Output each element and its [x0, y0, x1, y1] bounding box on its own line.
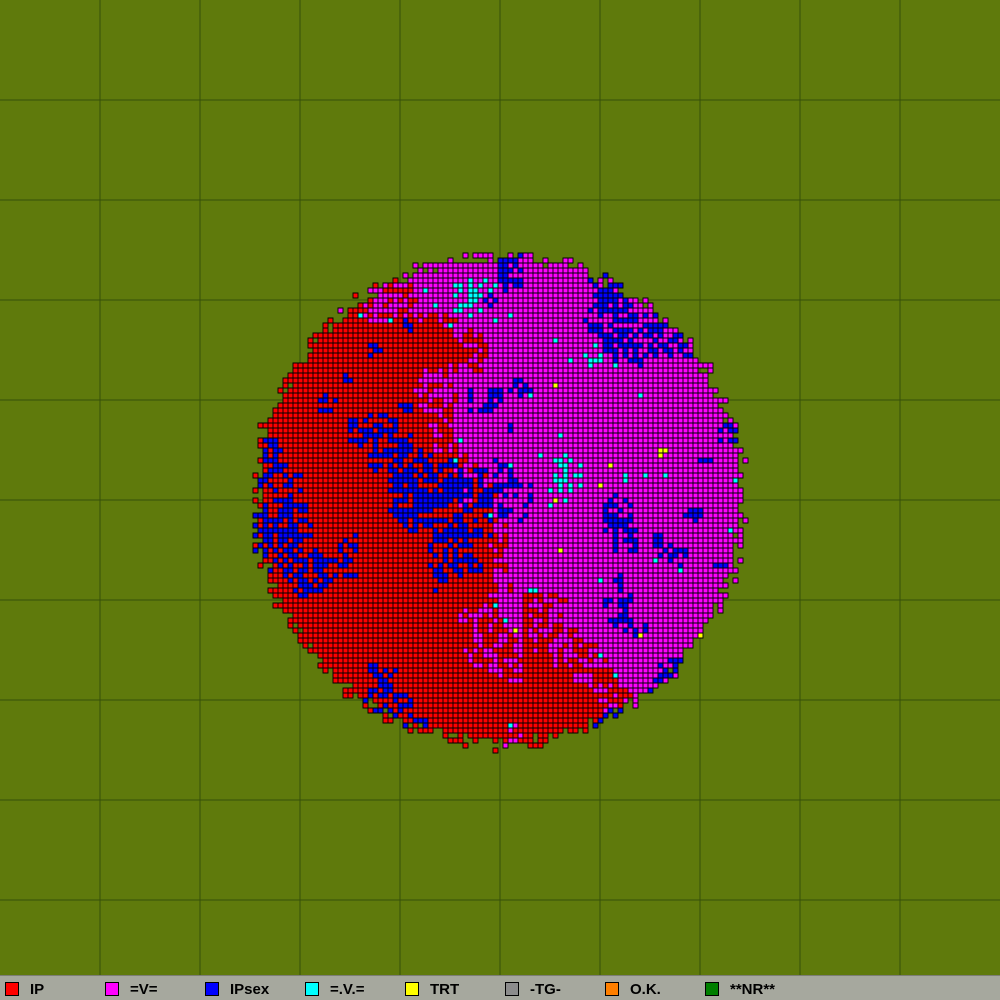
legend-swatch-ipsex — [205, 982, 219, 996]
legend-label-tg: -TG- — [530, 980, 561, 998]
legend-item-tg: -TG- — [500, 980, 561, 998]
map-view[interactable] — [0, 0, 1000, 975]
legend-item-ip: IP — [0, 980, 44, 998]
population-disk — [252, 252, 749, 754]
legend-label-ip: IP — [30, 980, 45, 998]
legend-swatch-ip — [5, 982, 19, 996]
legend-item-dot-v: =.V.= — [300, 980, 364, 998]
legend-label-nr: **NR** — [730, 980, 776, 998]
legend-swatch-ok — [605, 982, 619, 996]
legend-item-nr: **NR** — [700, 980, 775, 998]
legend-swatch-v — [105, 982, 119, 996]
legend-label-trt: TRT — [430, 980, 460, 998]
legend-label-v: =V= — [130, 980, 158, 998]
legend-item-ipsex: IPsex — [200, 980, 269, 998]
legend-item-v: =V= — [100, 980, 158, 998]
legend-swatch-nr — [705, 982, 719, 996]
legend-swatch-dot-v — [305, 982, 319, 996]
legend-label-dot-v: =.V.= — [330, 980, 365, 998]
legend-item-ok: O.K. — [600, 980, 661, 998]
legend-swatch-tg — [505, 982, 519, 996]
legend-item-trt: TRT — [400, 980, 459, 998]
legend-swatch-trt — [405, 982, 419, 996]
legend-label-ipsex: IPsex — [230, 980, 270, 998]
population-map[interactable] — [0, 0, 1000, 975]
legend-bar: IP =V= IPsex =.V.= TRT -TG- O.K. **NR** — [0, 975, 1000, 1000]
legend-label-ok: O.K. — [630, 980, 661, 998]
